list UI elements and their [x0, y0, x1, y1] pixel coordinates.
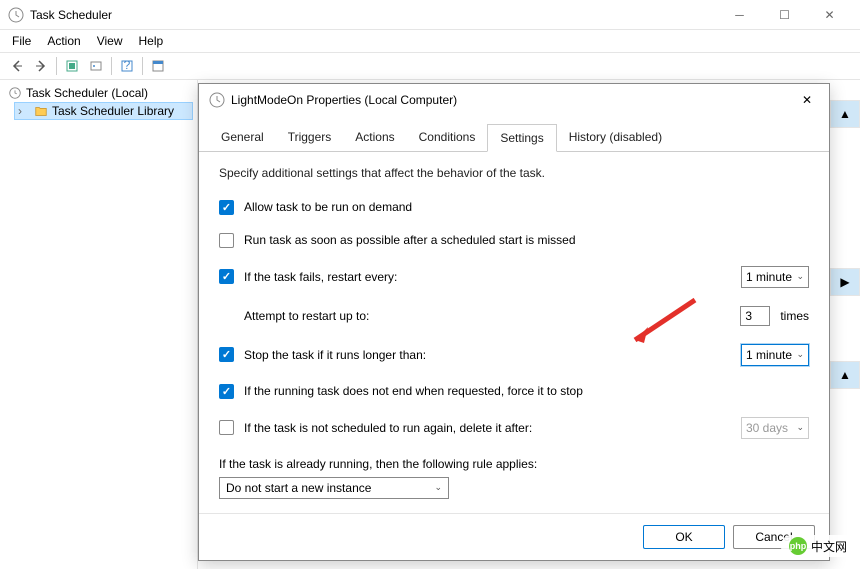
- watermark-text: 中文网: [811, 538, 847, 555]
- sidebar-tree: Task Scheduler (Local) › Task Scheduler …: [0, 80, 198, 569]
- dialog-close-button[interactable]: ✕: [795, 88, 819, 112]
- delete-after-select: 30 days ⌄: [741, 417, 809, 439]
- php-logo-icon: php: [789, 537, 807, 555]
- tree-library[interactable]: › Task Scheduler Library: [14, 102, 193, 120]
- attempt-count-input[interactable]: [740, 306, 770, 326]
- menu-view[interactable]: View: [89, 32, 131, 50]
- forward-button[interactable]: [30, 55, 52, 77]
- allow-demand-label: Allow task to be run on demand: [244, 200, 809, 214]
- attempt-suffix: times: [780, 309, 809, 323]
- settings-description: Specify additional settings that affect …: [219, 166, 809, 180]
- toolbar-action-3[interactable]: [147, 55, 169, 77]
- ok-button[interactable]: OK: [643, 525, 725, 549]
- tab-general[interactable]: General: [209, 124, 276, 151]
- dialog-footer: OK Cancel: [199, 513, 829, 560]
- toolbar-help-button[interactable]: ?: [116, 55, 138, 77]
- tab-history[interactable]: History (disabled): [557, 124, 674, 151]
- chevron-down-icon: ⌄: [796, 271, 804, 282]
- tab-conditions[interactable]: Conditions: [407, 124, 488, 151]
- actions-strip: ▲ ▶ ▲: [830, 80, 860, 569]
- chevron-down-icon: ⌄: [434, 482, 442, 493]
- toolbar-separator: [111, 57, 112, 75]
- back-button[interactable]: [6, 55, 28, 77]
- watermark-badge: php 中文网: [781, 535, 855, 557]
- properties-dialog: LightModeOn Properties (Local Computer) …: [198, 83, 830, 561]
- expand-icon[interactable]: ›: [18, 104, 30, 118]
- window-titlebar: Task Scheduler ─ ☐ ✕: [0, 0, 860, 30]
- clock-icon: [8, 86, 22, 100]
- minimize-button[interactable]: ─: [717, 1, 762, 29]
- dialog-titlebar: LightModeOn Properties (Local Computer) …: [199, 84, 829, 116]
- chevron-down-icon: ⌄: [796, 422, 804, 433]
- toolbar-action-2[interactable]: [85, 55, 107, 77]
- tree-root-label: Task Scheduler (Local): [26, 86, 148, 100]
- restart-interval-select[interactable]: 1 minute ⌄: [741, 266, 809, 288]
- tree-library-label: Task Scheduler Library: [52, 104, 174, 118]
- stop-longer-label: Stop the task if it runs longer than:: [244, 348, 426, 362]
- clock-icon: [209, 92, 225, 108]
- tree-root[interactable]: Task Scheduler (Local): [4, 84, 193, 102]
- run-asap-checkbox[interactable]: [219, 233, 234, 248]
- tab-settings[interactable]: Settings: [487, 124, 556, 152]
- menu-help[interactable]: Help: [131, 32, 172, 50]
- attempt-label: Attempt to restart up to:: [244, 309, 369, 323]
- window-title: Task Scheduler: [30, 8, 717, 22]
- strip-expand[interactable]: ▶: [830, 268, 860, 296]
- toolbar: ?: [0, 52, 860, 80]
- already-running-label: If the task is already running, then the…: [219, 457, 809, 471]
- clock-icon: [8, 7, 24, 23]
- stop-longer-checkbox[interactable]: [219, 347, 234, 362]
- maximize-button[interactable]: ☐: [762, 1, 807, 29]
- delete-after-checkbox[interactable]: [219, 420, 234, 435]
- toolbar-separator: [56, 57, 57, 75]
- menubar: File Action View Help: [0, 30, 860, 52]
- delete-after-label: If the task is not scheduled to run agai…: [244, 421, 532, 435]
- if-fails-checkbox[interactable]: [219, 269, 234, 284]
- settings-tab-content: Specify additional settings that affect …: [199, 152, 829, 513]
- if-fails-label: If the task fails, restart every:: [244, 270, 397, 284]
- force-stop-checkbox[interactable]: [219, 384, 234, 399]
- chevron-down-icon: ⌄: [796, 349, 804, 360]
- dialog-tabs: General Triggers Actions Conditions Sett…: [199, 124, 829, 152]
- tab-actions[interactable]: Actions: [343, 124, 406, 151]
- svg-text:?: ?: [124, 59, 131, 72]
- folder-icon: [34, 104, 48, 118]
- close-button[interactable]: ✕: [807, 1, 852, 29]
- run-asap-label: Run task as soon as possible after a sch…: [244, 233, 809, 247]
- rule-select[interactable]: Do not start a new instance ⌄: [219, 477, 449, 499]
- menu-file[interactable]: File: [4, 32, 39, 50]
- tab-triggers[interactable]: Triggers: [276, 124, 344, 151]
- dialog-title: LightModeOn Properties (Local Computer): [231, 93, 795, 107]
- strip-collapse-2[interactable]: ▲: [830, 361, 860, 389]
- stop-duration-select[interactable]: 1 minute ⌄: [741, 344, 809, 366]
- force-stop-label: If the running task does not end when re…: [244, 384, 809, 398]
- allow-demand-checkbox[interactable]: [219, 200, 234, 215]
- strip-collapse-1[interactable]: ▲: [830, 100, 860, 128]
- menu-action[interactable]: Action: [39, 32, 88, 50]
- toolbar-action-1[interactable]: [61, 55, 83, 77]
- toolbar-separator: [142, 57, 143, 75]
